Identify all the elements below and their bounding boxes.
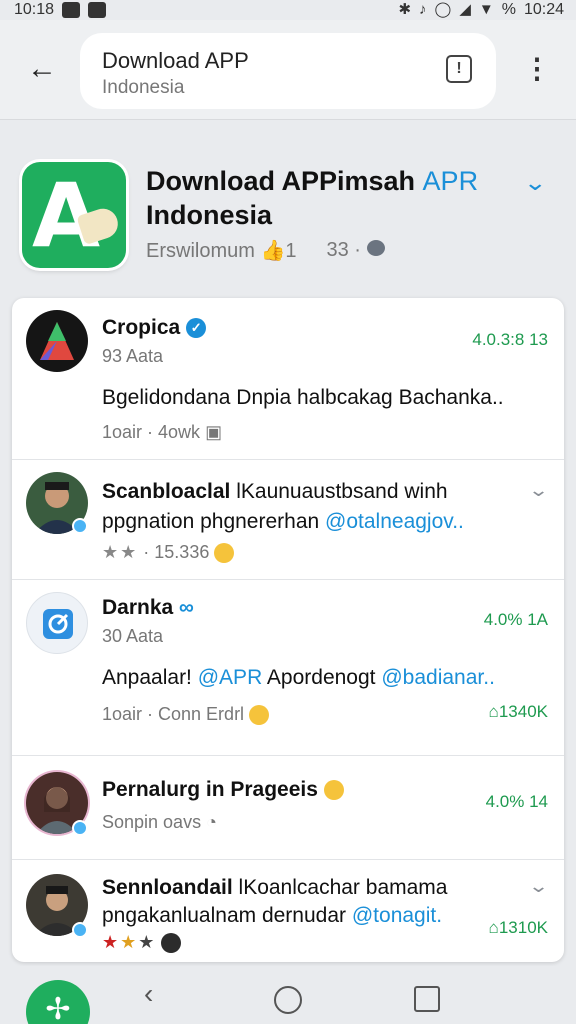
chevron-down-icon[interactable]: ⌄ [523,170,547,196]
nav-recent-icon[interactable] [414,986,440,1012]
post-meta: 1oair · 4owk ▣ [102,422,223,442]
post-author: Scanbloaclal lKaunuaustbsand winh [102,480,448,503]
bluetooth-icon: ✱ [398,1,412,18]
notification-icon [62,2,81,18]
status-time-right: 10:24 [523,1,564,18]
post-text: Anpaalar! @APR Apordenogt @badianar.. [102,666,495,689]
post-stat: 4.0.3:8 13 [472,330,548,349]
post-author: Pernalurg in Prageeis [102,778,344,802]
avatar-logo-icon [40,322,74,360]
search-box[interactable]: Download APP Indonesia ! [80,33,496,109]
list-item[interactable]: Cropica ✓ 93 Aata 4.0.3:8 13 Bgelidondana… [12,298,564,460]
post-meta: ★★★ [102,932,182,954]
clock-icon: ◔ [206,812,217,832]
list-item[interactable]: Scanbloaclal lKaunuaustbsand winh ⌄ ppgn… [12,460,564,580]
top-bar: ← Download APP Indonesia ! ⋮ [0,20,576,120]
feed-card: Cropica ✓ 93 Aata 4.0.3:8 13 Bgelidondana… [12,298,564,962]
image-icon: ▣ [205,422,223,442]
app-logo: A [22,162,126,268]
search-subtitle: Indonesia [102,77,185,98]
post-author: Cropica ✓ [102,316,207,340]
battery-text: % [501,1,516,18]
nav-bar: ✢ ‹ [0,966,576,1024]
verified-icon [72,922,88,938]
app-comments: 33 · [327,239,385,262]
link-icon: ∞ [179,596,195,619]
post-handle: 30 Aata [102,626,164,646]
signal-icon: ◢ [459,1,471,18]
repost-icon: ⌂ [488,702,499,721]
app-developer: Erswilomum 👍1 [146,240,297,262]
rating-stars: ★★★ [102,932,157,952]
app-avatar-icon [43,609,73,639]
emoji-icon [161,933,182,954]
post-author: Darnka ∞ [102,596,195,619]
app-header: A Download APPimsah APR Indonesia Erswil… [0,140,576,280]
list-item[interactable]: Darnka ∞ 30 Aata 4.0% 1A Anpaalar! @APR … [12,580,564,756]
avatar [26,310,88,372]
repost-icon: ⌂ [488,918,499,937]
share-icon: ✢ [45,993,71,1024]
post-meta: 1oair · Conn Erdrl [102,704,270,726]
avatar [26,592,88,654]
chevron-down-icon[interactable]: ⌄ [528,480,549,501]
repost-count: ⌂1340K [488,702,548,721]
emoji-icon [323,780,344,801]
info-icon[interactable]: ! [446,55,472,83]
post-handle: Sonpin oavs ◔ [102,812,217,832]
emoji-icon [214,543,235,564]
fab-button[interactable]: ✢ [26,980,90,1024]
chevron-down-icon[interactable]: ⌄ [528,876,549,897]
post-stat: 4.0% 14 [485,792,548,811]
post-text: ppgnation phgnererhan @otalneagjov.. [102,510,464,533]
rating-stars: ★★ [102,542,139,562]
mute-icon: ♪ [419,1,427,18]
emoji-icon [249,705,270,726]
repost-count: ⌂1310K [488,918,548,937]
app-meta: Erswilomum 👍1 33 · [146,238,385,263]
verified-icon [72,820,88,836]
list-item[interactable]: Pernalurg in Prageeis Sonpin oavs ◔ 4.0%… [12,756,564,860]
status-left: 10:18 [14,1,107,19]
post-stat: 4.0% 1A [483,610,548,629]
chat-icon [366,240,385,256]
app-title: Download APPimsah APR Indonesia [146,164,506,232]
search-title: Download APP [102,48,249,73]
nav-back-icon[interactable]: ‹ [144,978,153,1010]
list-item[interactable]: Sennloandail lKoanlcachar bamama ⌄ pngak… [12,860,564,962]
thumb-up-icon: 👍 [260,240,286,262]
app-title-main: Download APPimsah [146,166,423,196]
verified-icon: ✓ [186,318,207,339]
verified-icon [72,518,88,534]
app-title-line2: Indonesia [146,200,273,230]
post-text: Bgelidondana Dnpia halbcakag Bachanka.. [102,386,504,409]
alarm-icon: ◯ [434,1,452,18]
status-right: ✱ ♪ ◯ ◢ ▼ % 10:24 [398,1,564,19]
post-author: Sennloandail lKoanlcachar bamama [102,876,448,899]
post-handle: 93 Aata [102,346,164,366]
back-arrow-icon[interactable]: ← [22,50,62,90]
notification-icon [88,2,107,18]
wifi-icon: ▼ [478,1,494,18]
nav-home-icon[interactable] [274,986,302,1014]
app-title-accent: APR [422,166,479,196]
post-text: pngakanlualnam dernudar @tonagit. [102,904,443,927]
status-bar: 10:18 ✱ ♪ ◯ ◢ ▼ % 10:24 [0,0,576,20]
more-vert-icon[interactable]: ⋮ [520,50,554,90]
status-time-left: 10:18 [14,1,55,18]
post-meta: ★★ · 15.336 [102,542,235,564]
